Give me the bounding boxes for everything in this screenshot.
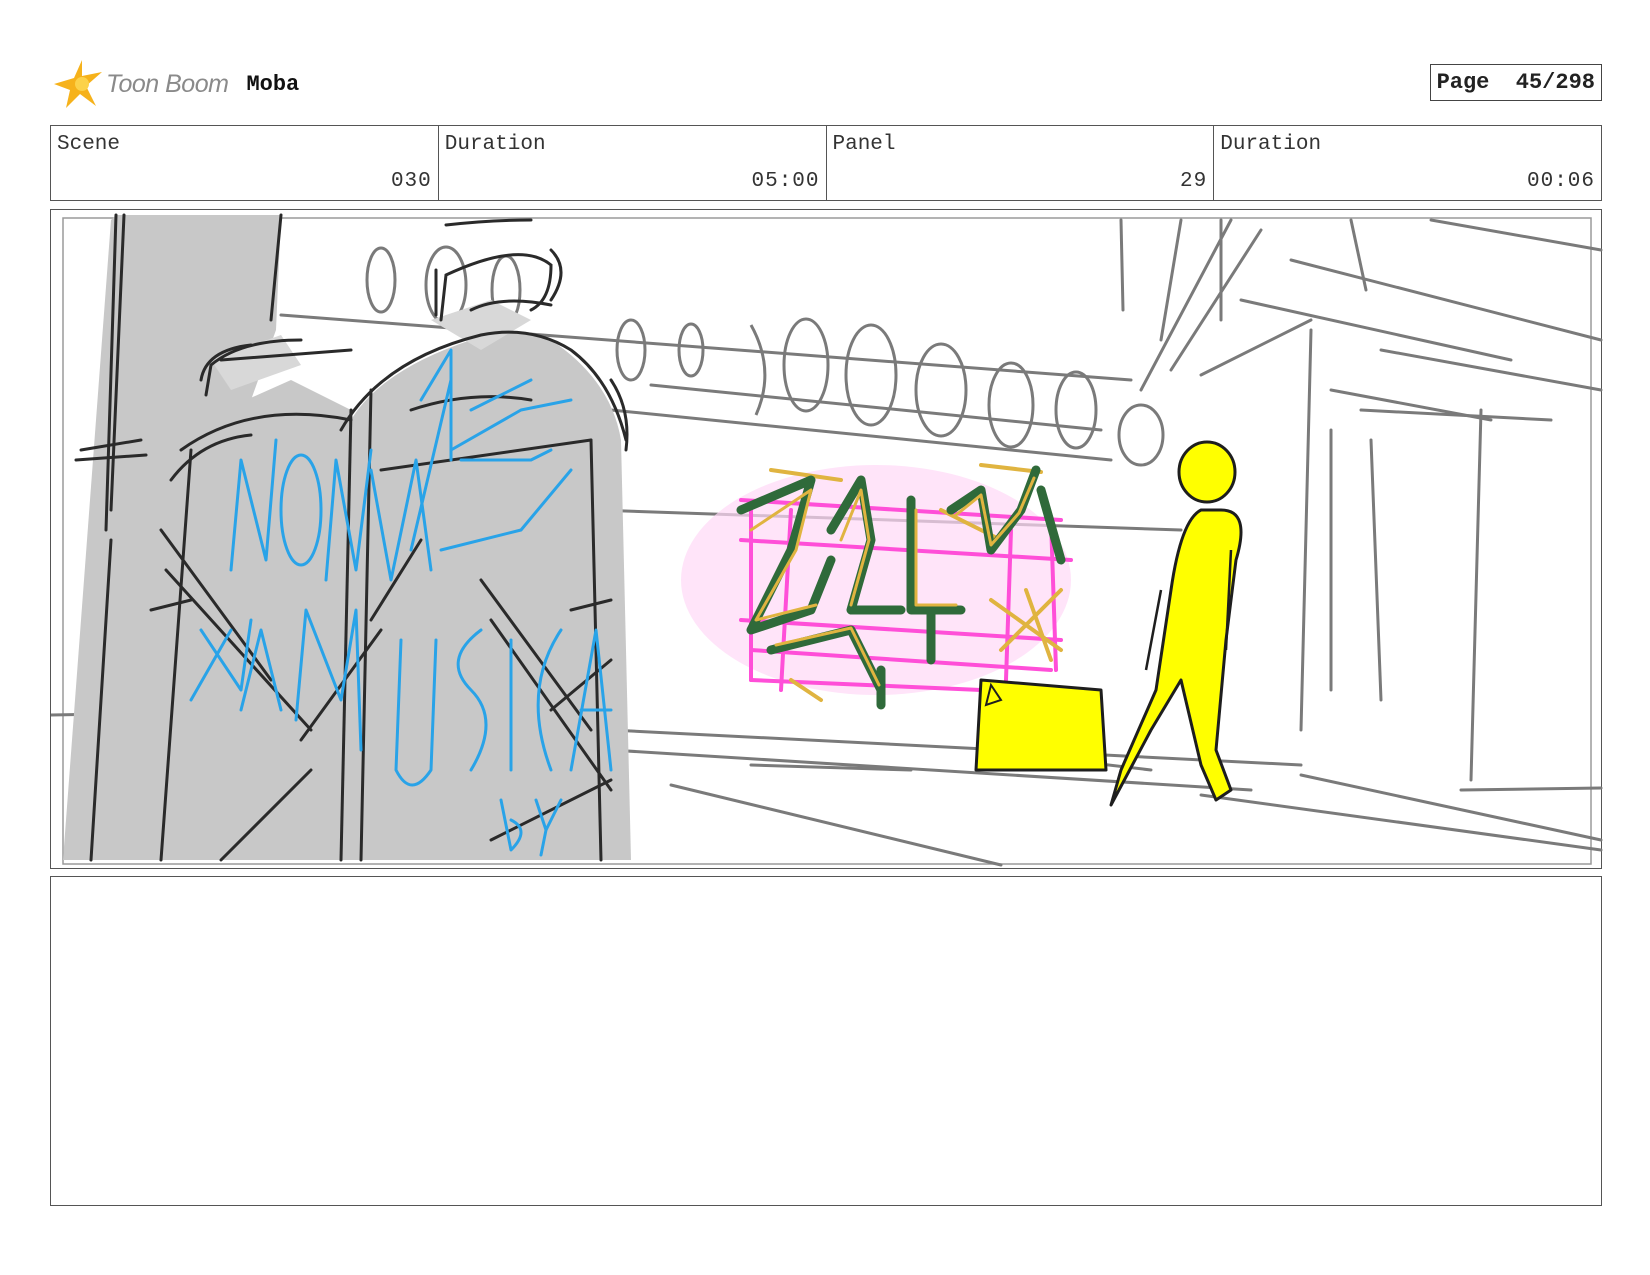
scene-value: 030 [390, 170, 432, 193]
scene-duration-value: 05:00 [751, 170, 820, 193]
scene-cell: Scene 030 [51, 126, 439, 200]
scene-label: Scene [57, 133, 121, 156]
panel-cell: Panel 29 [827, 126, 1215, 200]
scene-duration-cell: Duration 05:00 [439, 126, 827, 200]
yellow-box [974, 678, 1108, 772]
yellow-figure [1109, 440, 1243, 807]
panel-label: Panel [832, 133, 896, 156]
page-number: 45/298 [1515, 70, 1595, 95]
scene-duration-label: Duration [444, 133, 546, 156]
storyboard-panel-image [50, 209, 1603, 869]
page-label: Page [1436, 70, 1490, 95]
panel-duration-label: Duration [1220, 133, 1322, 156]
page-indicator: Page 45/298 [1429, 64, 1602, 101]
panel-notes-area [50, 876, 1602, 1206]
page-header: Toon Boom Moba Page 45/298 [52, 56, 1602, 112]
graffiti-wall-piece [681, 463, 1073, 710]
panel-value: 29 [1180, 170, 1208, 193]
toon-boom-star-icon [54, 60, 102, 108]
panel-info-bar: Scene 030 Duration 05:00 Panel 29 Durati… [50, 125, 1602, 201]
toon-boom-logo: Toon Boom Moba [52, 56, 299, 112]
logo-text: Toon Boom [106, 69, 229, 98]
project-name: Moba [246, 71, 300, 97]
panel-duration-cell: Duration 00:06 [1214, 126, 1601, 200]
storyboard-sketch [51, 213, 1603, 867]
panel-duration-value: 00:06 [1526, 170, 1595, 193]
